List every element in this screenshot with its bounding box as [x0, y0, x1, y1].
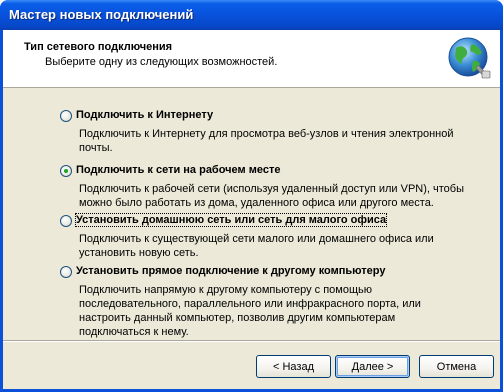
back-button[interactable]: < Назад: [256, 355, 331, 378]
window-title: Мастер новых подключений: [9, 7, 194, 22]
option-workplace-label[interactable]: Подключить к сети на рабочем месте: [76, 164, 280, 176]
wizard-client-area: Тип сетевого подключения Выберите одну и…: [3, 30, 500, 389]
wizard-window: Мастер новых подключений Тип сетевого по…: [0, 0, 503, 392]
radio-dot: [64, 169, 68, 173]
title-bar[interactable]: Мастер новых подключений: [0, 0, 503, 30]
option-direct-connection-description: Подключить напрямую к другому компьютеру…: [79, 284, 421, 338]
footer-separator: [3, 340, 500, 342]
next-button-label: Далее >: [351, 360, 394, 373]
option-direct-connection-label[interactable]: Установить прямое подключение к другому …: [76, 265, 385, 277]
cancel-button[interactable]: Отмена: [419, 355, 494, 378]
option-home-network-label[interactable]: Установить домашнюю сеть или сеть для ма…: [74, 213, 388, 227]
wizard-header: Тип сетевого подключения Выберите одну и…: [3, 30, 500, 88]
radio-direct-connection[interactable]: [60, 266, 72, 278]
option-internet-label[interactable]: Подключить к Интернету: [76, 109, 213, 121]
radio-internet[interactable]: [60, 110, 72, 122]
option-workplace-description: Подключить к рабочей сети (используя уда…: [79, 183, 464, 209]
next-button[interactable]: Далее >: [335, 355, 410, 378]
radio-workplace[interactable]: [60, 165, 72, 177]
page-title: Тип сетевого подключения: [24, 41, 173, 53]
network-globe-icon: [448, 37, 491, 79]
option-internet-description: Подключить к Интернету для просмотра веб…: [79, 128, 454, 154]
option-home-network-description: Подключить к существующей сети малого ил…: [79, 233, 434, 259]
page-subtitle: Выберите одну из следующих возможностей.: [45, 56, 278, 68]
back-button-label: < Назад: [273, 360, 314, 373]
radio-home-network[interactable]: [60, 215, 72, 227]
cancel-button-label: Отмена: [436, 360, 477, 373]
